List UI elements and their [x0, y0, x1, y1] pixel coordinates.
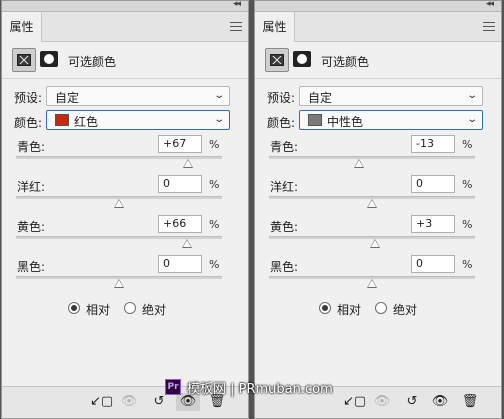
radio-relative-label[interactable]: 相对 — [86, 301, 110, 318]
panel-top-strip: ◂◂ — [2, 0, 248, 12]
percent-unit: % — [462, 258, 473, 271]
color-swatch — [55, 114, 69, 126]
yellow-slider-thumb[interactable] — [370, 239, 381, 248]
percent-unit: % — [209, 258, 220, 271]
color-value: 红色 — [74, 115, 99, 129]
reset-icon[interactable]: ↺ — [403, 393, 421, 411]
cyan-slider-thumb[interactable] — [183, 159, 193, 168]
slider-label-magenta: 洋红: — [270, 180, 299, 194]
adjustment-title: 可选颜色 — [68, 55, 117, 69]
panel-top-strip: ◂◂ — [255, 0, 501, 12]
view-previous-state-icon[interactable]: 👁 — [373, 393, 391, 411]
magenta-input[interactable]: 0 — [411, 175, 455, 193]
view-previous-state-icon[interactable]: 👁 — [120, 393, 138, 411]
magenta-slider-thumb[interactable] — [367, 199, 377, 208]
percent-unit: % — [209, 178, 220, 191]
adjustment-header: 可选颜色 — [265, 48, 493, 76]
selective-color-icon[interactable] — [12, 48, 36, 72]
preset-dropdown[interactable]: 自定 ⌄ — [46, 86, 230, 106]
panel-tab-bar: 属性 — [2, 12, 248, 42]
black-slider-thumb[interactable] — [114, 279, 124, 288]
watermark: Pr 模板网 | PRmuban.com — [165, 377, 333, 397]
black-input[interactable]: 0 — [411, 255, 455, 273]
chevron-down-icon: ⌄ — [465, 114, 478, 125]
slider-label-cyan: 青色: — [270, 140, 299, 154]
divider — [255, 78, 501, 79]
yellow-input[interactable]: +3 — [411, 215, 455, 233]
color-label: 颜色: — [267, 116, 296, 130]
collapse-icon[interactable]: ◂◂ — [233, 0, 241, 9]
percent-unit: % — [209, 138, 220, 151]
properties-panel-left: ◂◂ 属性 可选颜色 预设: 自定 ⌄ 颜色: 红色 ⌄ 青色: +67 % 洋… — [1, 0, 249, 419]
slider-label-black: 黑色: — [17, 260, 46, 274]
tab-properties[interactable]: 属性 — [255, 12, 295, 42]
radio-relative[interactable] — [68, 302, 80, 314]
clip-to-layer-icon[interactable]: ↙▢ — [90, 393, 113, 411]
chevron-down-icon: ⌄ — [212, 90, 225, 101]
trash-icon[interactable]: 🗑 — [461, 393, 479, 411]
color-dropdown[interactable]: 中性色 ⌄ — [299, 110, 483, 130]
mask-icon[interactable] — [40, 51, 58, 67]
watermark-text: 模板网 | PRmuban.com — [187, 381, 333, 397]
panel-tab-bar: 属性 — [255, 12, 501, 42]
slider-label-yellow: 黄色: — [17, 220, 46, 234]
color-value: 中性色 — [327, 115, 364, 129]
adjustment-title: 可选颜色 — [321, 55, 370, 69]
tab-properties[interactable]: 属性 — [2, 12, 42, 42]
properties-panel-right: ◂◂ 属性 可选颜色 预设: 自定 ⌄ 颜色: 中性色 ⌄ 青色: -13 % … — [254, 0, 502, 419]
radio-relative-label[interactable]: 相对 — [337, 301, 361, 318]
radio-absolute[interactable] — [124, 302, 136, 314]
cyan-input[interactable]: -13 — [411, 135, 455, 153]
yellow-input[interactable]: +66 — [158, 215, 202, 233]
percent-unit: % — [462, 178, 473, 191]
slider-label-yellow: 黄色: — [270, 220, 299, 234]
percent-unit: % — [209, 218, 220, 231]
color-label: 颜色: — [14, 116, 43, 130]
radio-absolute[interactable] — [375, 302, 387, 314]
slider-label-cyan: 青色: — [17, 140, 46, 154]
chevron-down-icon: ⌄ — [465, 90, 478, 101]
slider-label-magenta: 洋红: — [17, 180, 46, 194]
yellow-slider-thumb[interactable] — [181, 239, 192, 248]
preset-label: 预设: — [14, 91, 43, 105]
preset-label: 预设: — [267, 91, 296, 105]
preset-value: 自定 — [55, 91, 80, 105]
selective-color-icon[interactable] — [265, 48, 289, 72]
magenta-input[interactable]: 0 — [158, 175, 202, 193]
adjustment-header: 可选颜色 — [12, 48, 240, 76]
black-input[interactable]: 0 — [158, 255, 202, 273]
panel-menu-icon[interactable] — [230, 22, 242, 31]
cyan-slider-thumb[interactable] — [353, 159, 364, 168]
black-slider-thumb[interactable] — [367, 279, 377, 288]
pr-logo-icon: Pr — [165, 379, 181, 395]
collapse-icon[interactable]: ◂◂ — [486, 0, 494, 9]
percent-unit: % — [462, 138, 473, 151]
radio-absolute-label[interactable]: 绝对 — [393, 301, 417, 318]
preset-value: 自定 — [308, 91, 333, 105]
mask-icon[interactable] — [293, 51, 311, 67]
percent-unit: % — [462, 218, 473, 231]
preset-dropdown[interactable]: 自定 ⌄ — [299, 86, 483, 106]
panel-menu-icon[interactable] — [483, 22, 495, 31]
color-swatch — [308, 114, 322, 126]
cyan-input[interactable]: +67 — [158, 135, 202, 153]
radio-absolute-label[interactable]: 绝对 — [142, 301, 166, 318]
clip-to-layer-icon[interactable]: ↙▢ — [343, 393, 366, 411]
chevron-down-icon: ⌄ — [212, 114, 225, 125]
divider — [2, 78, 248, 79]
cyan-slider-track[interactable] — [269, 156, 475, 159]
toggle-visibility-icon[interactable]: 👁 — [431, 393, 449, 411]
slider-label-black: 黑色: — [270, 260, 299, 274]
color-dropdown[interactable]: 红色 ⌄ — [46, 110, 230, 130]
radio-relative[interactable] — [319, 302, 331, 314]
magenta-slider-thumb[interactable] — [114, 199, 124, 208]
